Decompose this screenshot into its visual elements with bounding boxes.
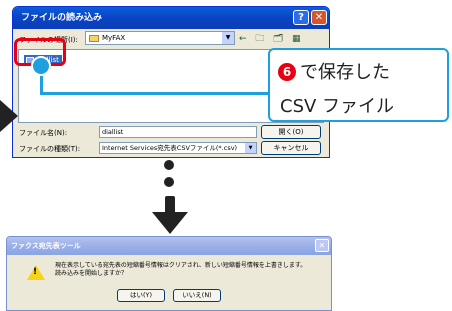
warning-icon-mark: ! — [33, 267, 38, 277]
callout-line1: 6 で保存した — [278, 58, 390, 84]
filename-input[interactable]: diallist — [99, 126, 257, 138]
arrow-head — [152, 212, 188, 234]
folder-icon — [89, 35, 99, 42]
confirm-dialog-title: ファクス宛先表ツール — [7, 237, 331, 255]
filetype-value: Internet Services宛先表CSVファイル(*.csv) — [102, 144, 238, 152]
open-button[interactable]: 開く(O) — [261, 125, 321, 139]
lookin-value: MyFAX — [102, 34, 126, 42]
confirm-dialog: ファクス宛先表ツール ✕ ! 現在表示している宛先表の短縮番号情報はクリアされ、… — [6, 236, 332, 311]
dot — [164, 177, 174, 187]
lookin-select[interactable]: MyFAX ▼ — [85, 31, 235, 45]
help-button[interactable]: ? — [293, 10, 309, 25]
confirm-message: 現在表示している宛先表の短縮番号情報はクリアされ、新しい短縮番号情報を上書きしま… — [55, 262, 306, 278]
callout-box: 6 で保存した CSV ファイル — [268, 48, 449, 122]
callout-connector — [40, 92, 268, 95]
arrow-down-icon — [150, 196, 190, 240]
dialog-title: ファイルの読み込み — [13, 7, 329, 29]
close-button[interactable]: ✕ — [315, 239, 329, 252]
no-button[interactable]: いいえ(N) — [173, 289, 221, 302]
dot — [164, 160, 174, 170]
yes-button[interactable]: はい(Y) — [117, 289, 165, 302]
chevron-down-icon[interactable]: ▼ — [245, 143, 256, 153]
confirm-message-line2: 読み込みを開始しますか？ — [55, 270, 128, 277]
callout-text1: で保存した — [300, 62, 390, 83]
step-badge: 6 — [278, 63, 296, 81]
pointer-dot — [31, 56, 51, 76]
connector-dots — [164, 160, 174, 194]
filetype-label: ファイルの種類(T): — [19, 145, 81, 153]
filename-label: ファイル名(N): — [19, 129, 68, 137]
filetype-select[interactable]: Internet Services宛先表CSVファイル(*.csv) ▼ — [99, 142, 257, 154]
cancel-button[interactable]: キャンセル — [261, 141, 321, 155]
callout-line2: CSV ファイル — [280, 96, 395, 117]
chevron-down-icon[interactable]: ▼ — [222, 32, 234, 44]
confirm-message-line1: 現在表示している宛先表の短縮番号情報はクリアされ、新しい短縮番号情報を上書きしま… — [55, 262, 307, 269]
nav-toolbar-icons[interactable]: ← 🗀 🗂 ▦ — [239, 31, 304, 47]
close-button[interactable]: ✕ — [311, 10, 327, 25]
arrow-right-icon — [0, 100, 18, 132]
